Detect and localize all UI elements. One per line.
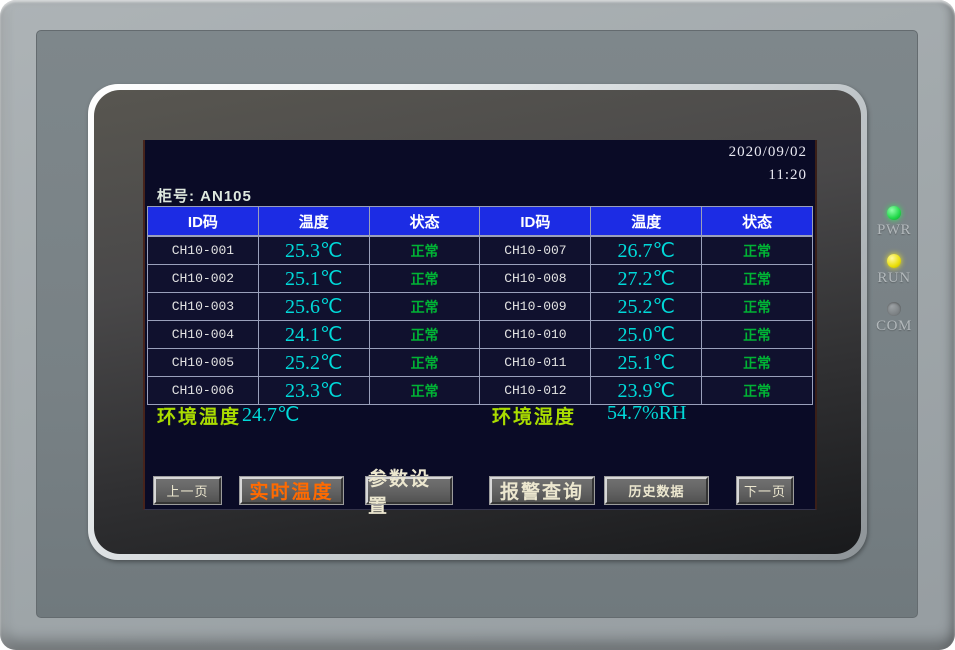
hmi-device: PWR RUN COM 2020/09/02 11:20 柜号: AN105 I… [0,0,955,650]
channel-status: 正常 [369,236,480,265]
channel-status: 正常 [702,265,813,293]
channel-status: 正常 [702,349,813,377]
channel-temperature: 24.1℃ [258,321,369,349]
col-header-id-1: ID码 [148,207,259,237]
alarm-query-button[interactable]: 报警查询 [490,477,594,504]
channel-id: CH10-009 [480,293,591,321]
channel-status: 正常 [702,236,813,265]
channel-id: CH10-001 [148,236,259,265]
col-header-temp-2: 温度 [591,207,702,237]
sensor-table-header: ID码 温度 状态 ID码 温度 状态 [148,207,813,237]
run-led-icon [887,254,901,268]
realtime-temperature-button[interactable]: 实时温度 [240,477,343,504]
channel-id: CH10-007 [480,236,591,265]
channel-temperature: 23.3℃ [258,377,369,405]
history-data-button[interactable]: 历史数据 [605,477,708,504]
table-row: CH10-002 25.1℃ 正常 CH10-008 27.2℃ 正常 [148,265,813,293]
sensor-table-body: CH10-001 25.3℃ 正常 CH10-007 26.7℃ 正常 CH10… [148,236,813,405]
table-row: CH10-005 25.2℃ 正常 CH10-011 25.1℃ 正常 [148,349,813,377]
channel-temperature: 23.9℃ [591,377,702,405]
channel-status: 正常 [702,377,813,405]
channel-id: CH10-004 [148,321,259,349]
run-led-group: RUN [872,254,916,287]
ambient-humidity-label: 环境湿度 [492,402,576,429]
lcd-screen: 2020/09/02 11:20 柜号: AN105 ID码 温度 状态 ID码… [143,140,817,510]
col-header-status-2: 状态 [702,207,813,237]
sensor-table: ID码 温度 状态 ID码 温度 状态 CH10-001 25.3℃ 正常 CH… [147,206,813,405]
channel-temperature: 26.7℃ [591,236,702,265]
channel-temperature: 25.3℃ [258,236,369,265]
table-row: CH10-003 25.6℃ 正常 CH10-009 25.2℃ 正常 [148,293,813,321]
header-row: ID码 温度 状态 ID码 温度 状态 [148,207,813,237]
table-row: CH10-001 25.3℃ 正常 CH10-007 26.7℃ 正常 [148,236,813,265]
prev-page-button[interactable]: 上一页 [154,477,221,504]
table-row: CH10-004 24.1℃ 正常 CH10-010 25.0℃ 正常 [148,321,813,349]
channel-temperature: 25.0℃ [591,321,702,349]
ambient-temperature-value: 24.7℃ [242,402,299,427]
col-header-id-2: ID码 [480,207,591,237]
channel-temperature: 27.2℃ [591,265,702,293]
cabinet-id-label: 柜号: AN105 [157,185,252,206]
channel-status: 正常 [369,265,480,293]
col-header-status-1: 状态 [369,207,480,237]
col-header-temp-1: 温度 [258,207,369,237]
ambient-temperature-label: 环境温度 [157,402,241,429]
channel-temperature: 25.2℃ [258,349,369,377]
com-led-label: COM [872,318,916,335]
run-led-label: RUN [872,270,916,287]
channel-temperature: 25.1℃ [591,349,702,377]
date-display: 2020/09/02 [729,144,807,161]
power-led-group: PWR [872,206,916,239]
channel-status: 正常 [702,293,813,321]
channel-id: CH10-011 [480,349,591,377]
channel-id: CH10-005 [148,349,259,377]
channel-id: CH10-002 [148,265,259,293]
parameter-settings-button[interactable]: 参数设置 [366,477,452,504]
time-display: 11:20 [768,167,807,184]
channel-status: 正常 [702,321,813,349]
power-led-icon [887,206,901,220]
status-led-strip: PWR RUN COM [872,206,916,350]
channel-id: CH10-012 [480,377,591,405]
channel-status: 正常 [369,377,480,405]
channel-id: CH10-003 [148,293,259,321]
channel-status: 正常 [369,321,480,349]
channel-temperature: 25.2℃ [591,293,702,321]
com-led-group: COM [872,302,916,335]
power-led-label: PWR [872,222,916,239]
com-led-icon [887,302,901,316]
channel-temperature: 25.6℃ [258,293,369,321]
channel-id: CH10-010 [480,321,591,349]
ambient-readings: 环境温度 24.7℃ 环境湿度 54.7%RH [145,402,815,430]
table-row: CH10-006 23.3℃ 正常 CH10-012 23.9℃ 正常 [148,377,813,405]
channel-id: CH10-008 [480,265,591,293]
next-page-button[interactable]: 下一页 [737,477,793,504]
channel-status: 正常 [369,293,480,321]
channel-id: CH10-006 [148,377,259,405]
channel-status: 正常 [369,349,480,377]
ambient-humidity-value: 54.7%RH [607,402,686,425]
channel-temperature: 25.1℃ [258,265,369,293]
